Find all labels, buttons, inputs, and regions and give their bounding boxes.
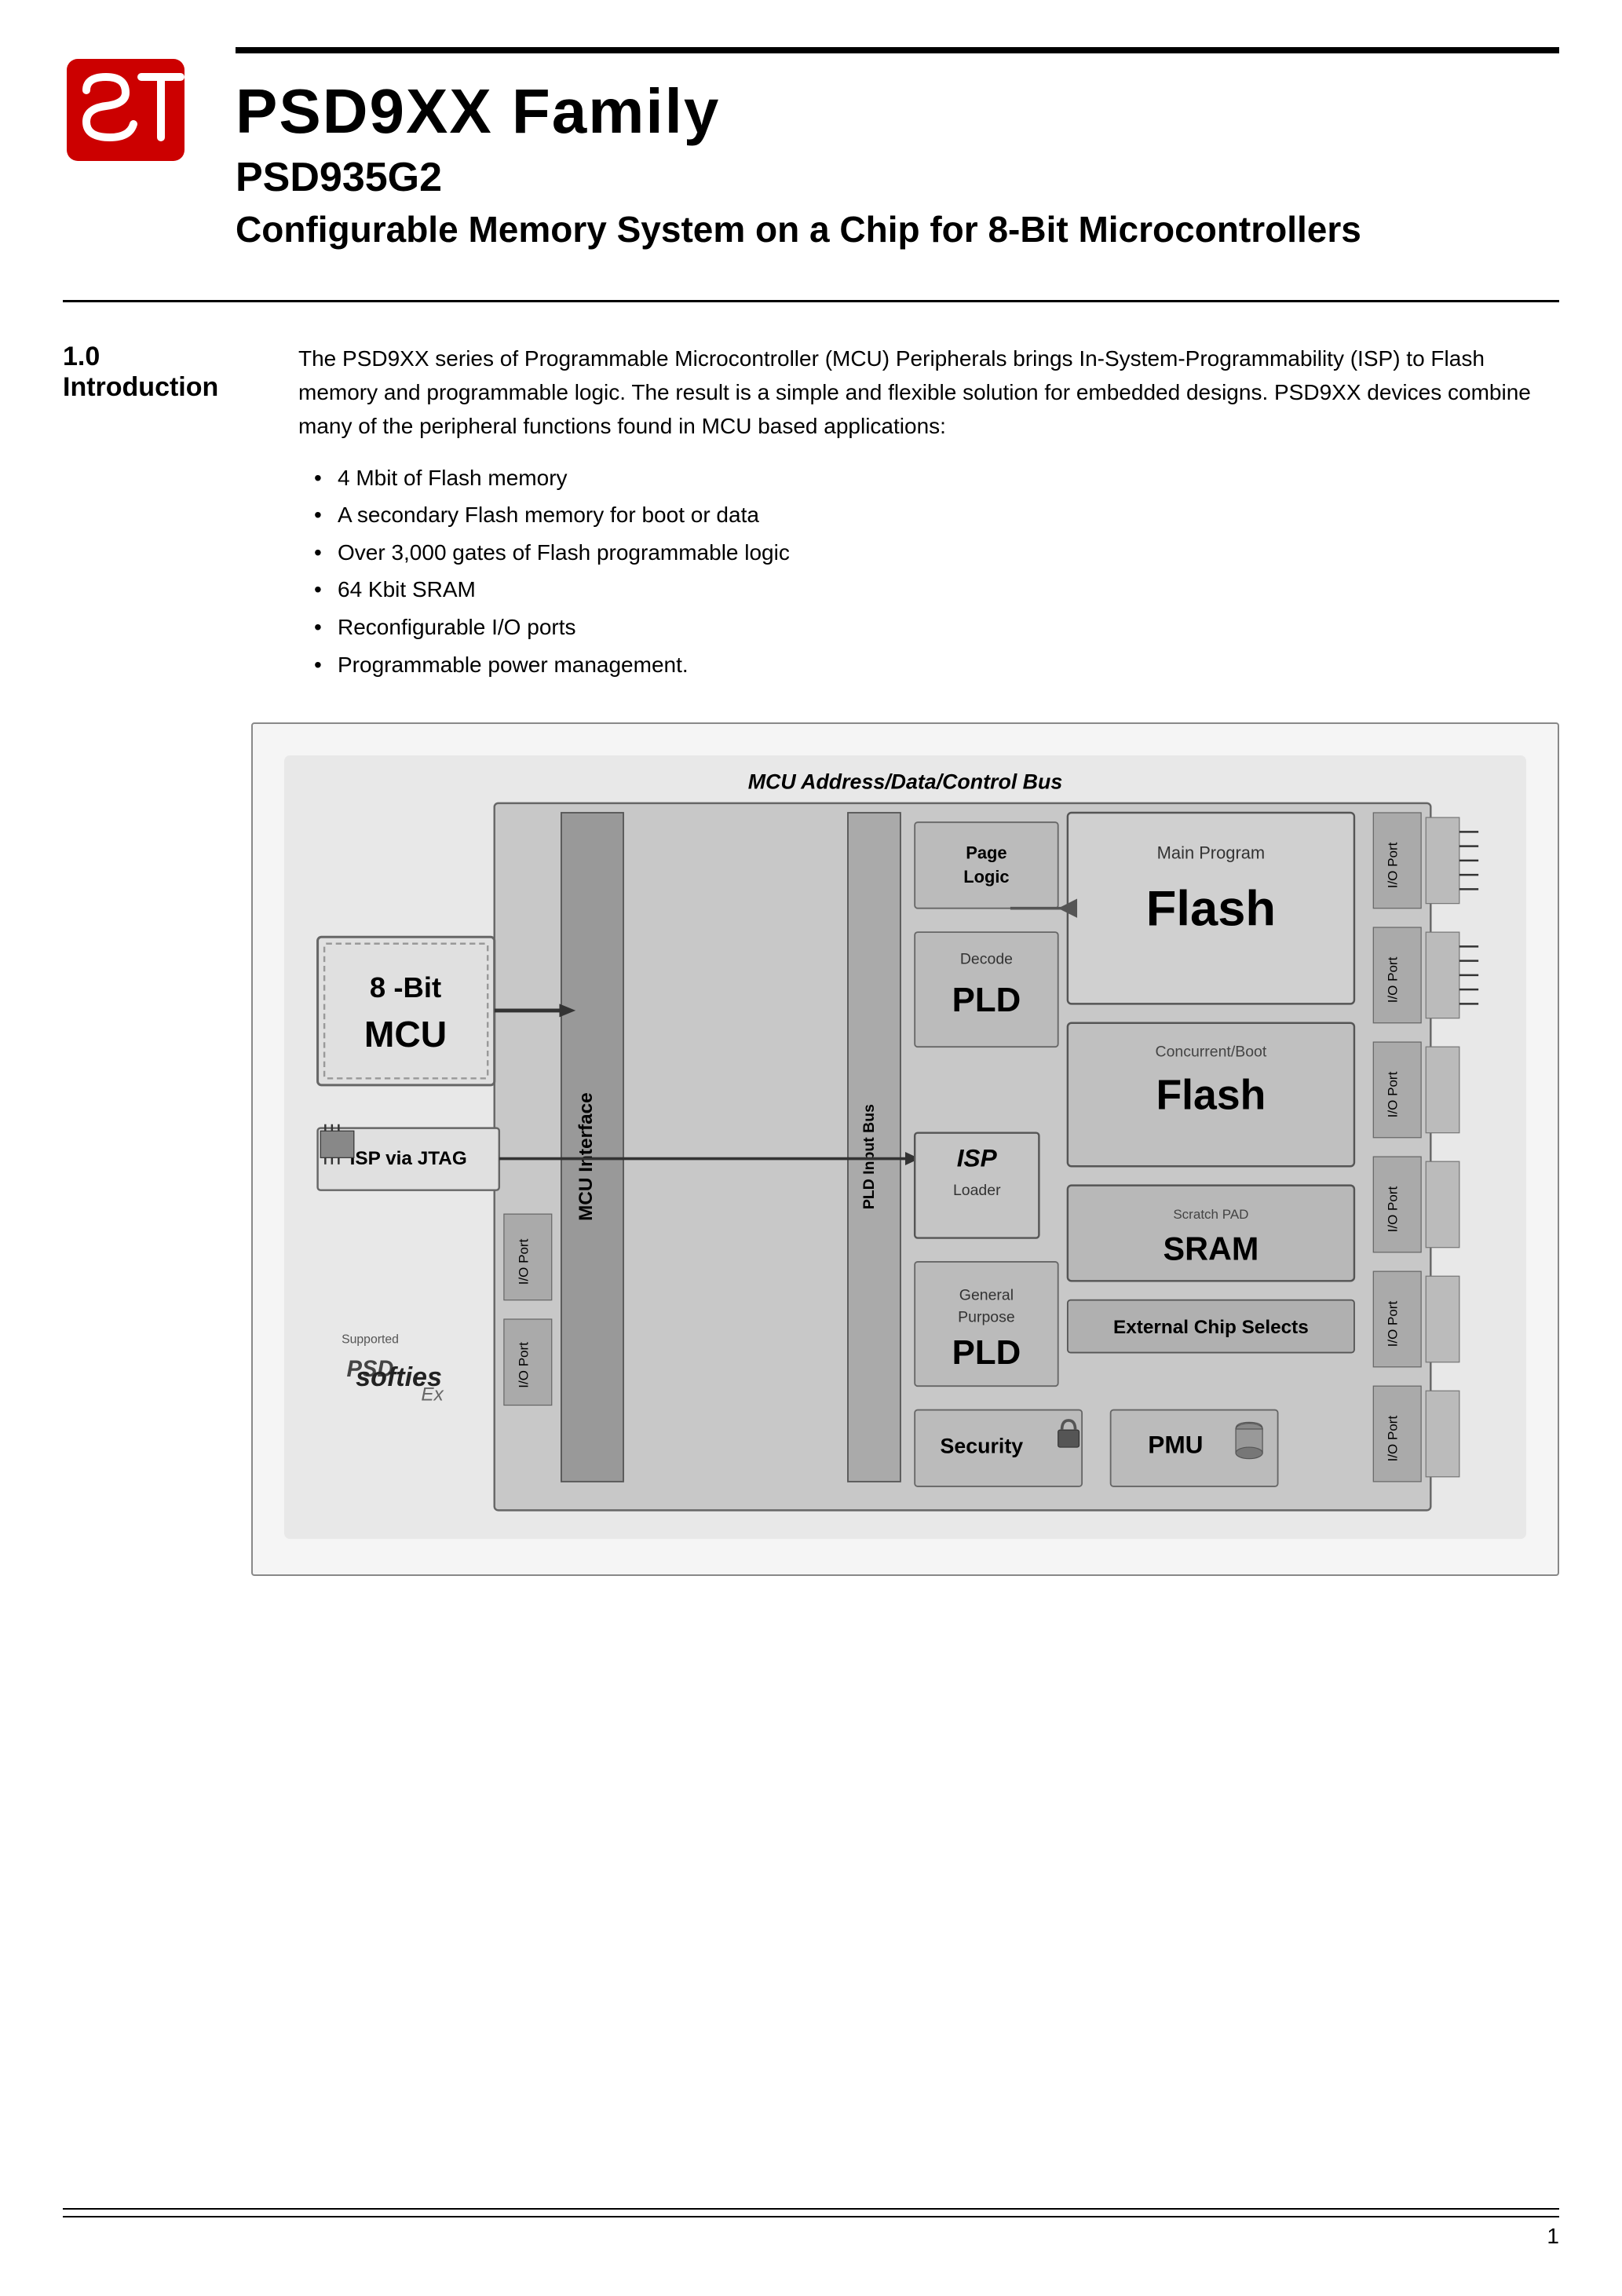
list-item: Reconfigurable I/O ports [314,609,1559,646]
svg-text:Supported: Supported [342,1333,399,1347]
page-number: 1 [1547,2224,1559,2249]
list-item: 4 Mbit of Flash memory [314,459,1559,497]
svg-text:PLD: PLD [952,1333,1021,1372]
svg-text:External Chip Selects: External Chip Selects [1113,1317,1309,1338]
intro-paragraph: The PSD9XX series of Programmable Microc… [298,342,1559,444]
logo-area [63,55,188,169]
svg-text:Scratch PAD: Scratch PAD [1173,1207,1248,1222]
block-diagram: MCU Address/Data/Control Bus I/O Port I/… [251,722,1559,1576]
list-item: A secondary Flash memory for boot or dat… [314,496,1559,534]
feature-list: 4 Mbit of Flash memoryA secondary Flash … [314,459,1559,684]
content-area: 1.0 Introduction The PSD9XX series of Pr… [0,302,1622,684]
footer: 1 [63,2208,1559,2249]
svg-text:PLD Input Bus: PLD Input Bus [860,1104,878,1209]
svg-text:Main Program: Main Program [1157,843,1265,863]
svg-text:Loader: Loader [953,1182,1001,1199]
svg-text:I/O Port: I/O Port [516,1239,531,1285]
svg-text:Ex: Ex [421,1384,444,1406]
svg-text:Decode: Decode [960,951,1013,968]
title-area: PSD9XX Family PSD935G2 Configurable Memo… [236,47,1559,253]
header: PSD9XX Family PSD935G2 Configurable Memo… [0,0,1622,253]
svg-text:8 -Bit: 8 -Bit [370,971,441,1004]
section-label: 1.0 Introduction [63,342,251,684]
svg-text:Page: Page [966,843,1006,863]
svg-text:I/O Port: I/O Port [1386,957,1401,1004]
svg-text:I/O Port: I/O Port [1386,1301,1401,1347]
svg-text:PMU: PMU [1148,1431,1203,1459]
svg-text:I/O Port: I/O Port [1386,1186,1401,1233]
svg-text:Purpose: Purpose [958,1309,1015,1326]
sub-title: PSD935G2 [236,154,1559,201]
svg-text:I/O Port: I/O Port [516,1342,531,1388]
svg-text:ISP: ISP [957,1144,998,1172]
svg-text:MCU Interface: MCU Interface [575,1093,597,1222]
list-item: Over 3,000 gates of Flash programmable l… [314,534,1559,572]
svg-text:ISP via JTAG: ISP via JTAG [350,1148,467,1169]
section-name: Introduction [63,372,251,403]
st-logo-icon [63,55,188,165]
svg-text:Security: Security [941,1435,1024,1458]
main-title: PSD9XX Family [236,77,1559,146]
svg-text:I/O Port: I/O Port [1386,1072,1401,1118]
section-body: The PSD9XX series of Programmable Microc… [298,342,1559,684]
svg-text:General: General [959,1287,1014,1304]
section-number: 1.0 [63,342,251,372]
svg-text:Logic: Logic [963,867,1009,887]
svg-text:I/O Port: I/O Port [1386,843,1401,889]
svg-text:Concurrent/Boot: Concurrent/Boot [1156,1044,1267,1061]
list-item: Programmable power management. [314,646,1559,684]
svg-text:Flash: Flash [1146,882,1276,937]
list-item: 64 Kbit SRAM [314,571,1559,609]
svg-text:MCU Address/Data/Control Bus: MCU Address/Data/Control Bus [748,770,1063,794]
diagram-svg: MCU Address/Data/Control Bus I/O Port I/… [284,755,1526,1539]
desc-title: Configurable Memory System on a Chip for… [236,207,1559,253]
svg-text:MCU: MCU [364,1014,447,1055]
svg-text:SRAM: SRAM [1164,1231,1259,1267]
svg-text:PLD: PLD [952,981,1021,1019]
svg-text:I/O Port: I/O Port [1386,1416,1401,1462]
svg-text:Flash: Flash [1156,1072,1266,1118]
